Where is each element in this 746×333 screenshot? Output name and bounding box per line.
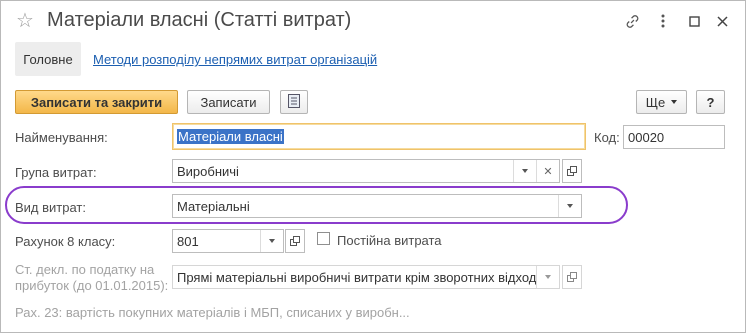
code-input[interactable]: 00020 xyxy=(623,125,725,149)
more-vertical-icon[interactable] xyxy=(652,11,674,31)
chevron-down-icon[interactable] xyxy=(513,160,536,182)
maximize-icon[interactable] xyxy=(683,11,705,31)
save-button[interactable]: Записати xyxy=(187,90,270,114)
star-icon[interactable]: ☆ xyxy=(16,8,34,33)
code-label: Код: xyxy=(594,130,620,145)
open-group-button[interactable] xyxy=(562,159,582,183)
code-value: 00020 xyxy=(628,129,665,145)
expense-type-field[interactable]: Матеріальні xyxy=(172,194,582,218)
name-label: Найменування: xyxy=(15,130,108,145)
group-label: Група витрат: xyxy=(15,165,97,180)
allocation-methods-link[interactable]: Методи розподілу непрямих витрат організ… xyxy=(93,52,377,67)
window-title: Матеріали власні (Статті витрат) xyxy=(47,9,352,31)
group-field[interactable]: Виробничі ✕ xyxy=(172,159,560,183)
group-value: Виробничі xyxy=(177,163,239,179)
more-button[interactable]: Ще xyxy=(636,90,687,114)
clear-icon[interactable]: ✕ xyxy=(536,160,559,182)
close-icon[interactable] xyxy=(711,11,733,31)
save-and-close-button[interactable]: Записати та закрити xyxy=(15,90,178,114)
help-button[interactable]: ? xyxy=(696,90,725,114)
chevron-down-icon[interactable] xyxy=(558,195,581,217)
permanent-expense-checkbox[interactable] xyxy=(317,232,330,245)
chevron-down-icon[interactable] xyxy=(536,266,559,288)
tax-declaration-field[interactable]: Прямі матеріальні виробничі витрати крім… xyxy=(172,265,560,289)
account-field[interactable]: 801 xyxy=(172,229,284,253)
open-tax-declaration-button[interactable] xyxy=(562,265,582,289)
tab-main[interactable]: Головне xyxy=(15,42,81,76)
tax-declaration-label-line2: прибуток (до 01.01.2015): xyxy=(15,278,169,293)
account-value: 801 xyxy=(177,233,199,249)
report-button[interactable] xyxy=(280,90,308,114)
permanent-expense-label: Постійна витрата xyxy=(337,233,442,248)
chevron-down-icon[interactable] xyxy=(260,230,283,252)
link-icon[interactable] xyxy=(621,11,643,31)
tax-declaration-value: Прямі матеріальні виробничі витрати крім… xyxy=(177,269,536,285)
open-window-icon xyxy=(567,164,577,179)
tax-declaration-label: Ст. декл. по податку на прибуток (до 01.… xyxy=(15,262,168,294)
more-button-label: Ще xyxy=(645,94,666,110)
document-list-icon xyxy=(288,93,300,111)
account-note: Рах. 23: вартість покупних матеріалів і … xyxy=(15,305,410,320)
name-input[interactable]: Матеріали власні xyxy=(172,123,586,150)
expense-type-label: Вид витрат: xyxy=(15,200,86,215)
name-value: Матеріали власні xyxy=(177,129,284,144)
chevron-down-icon xyxy=(671,100,678,104)
form-window: ☆ Матеріали власні (Статті витрат) Голов… xyxy=(0,0,746,333)
account-label: Рахунок 8 класу: xyxy=(15,234,116,249)
open-account-button[interactable] xyxy=(285,229,305,253)
open-window-icon xyxy=(567,270,577,285)
expense-type-value: Матеріальні xyxy=(177,198,250,214)
open-window-icon xyxy=(290,234,300,249)
tax-declaration-label-line1: Ст. декл. по податку на xyxy=(15,262,155,277)
